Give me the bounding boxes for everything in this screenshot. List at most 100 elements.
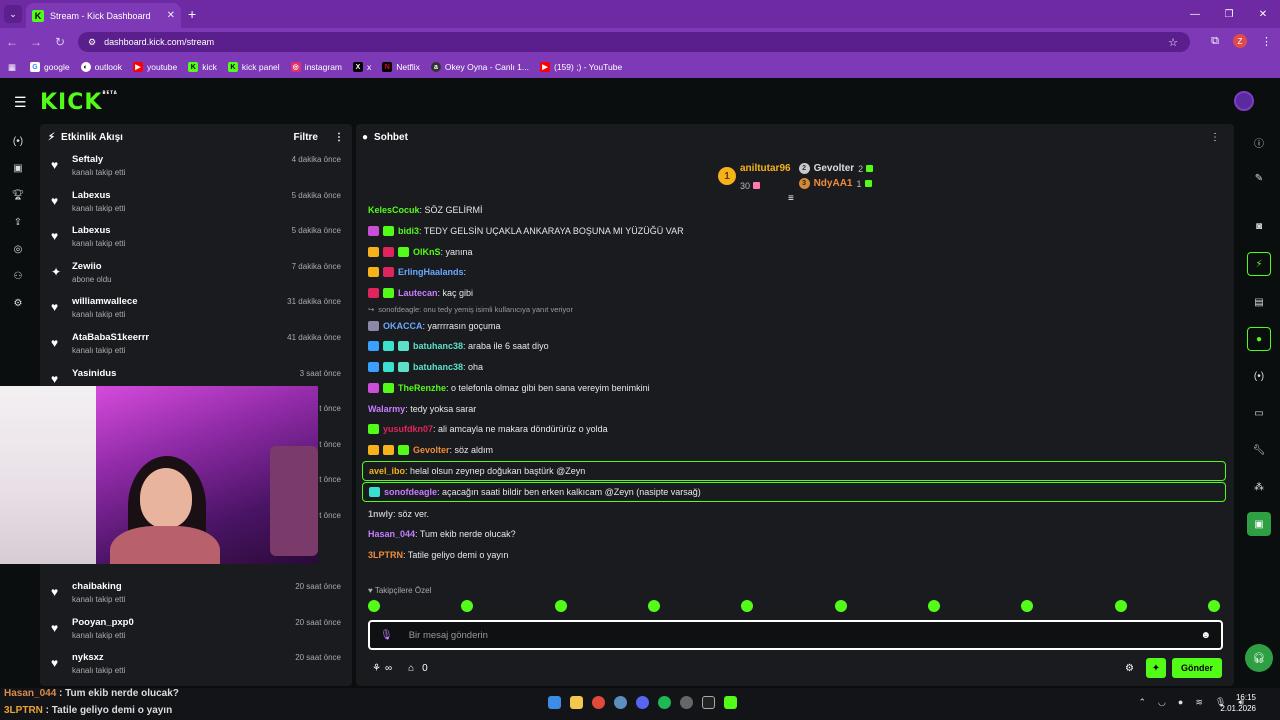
- capcut-icon[interactable]: [702, 696, 715, 709]
- activity-item[interactable]: ♥ williamwallece kanalı takip etti 31 dakik…: [40, 292, 352, 328]
- tab-search-button[interactable]: ⌄: [4, 5, 22, 23]
- share-nodes-icon[interactable]: ⁂: [1247, 475, 1271, 499]
- spotify-icon[interactable]: [658, 696, 671, 709]
- emote-icon[interactable]: [1114, 600, 1127, 612]
- users-icon[interactable]: ⚇: [0, 263, 36, 290]
- chat-username[interactable]: KelesCocuk: [368, 205, 420, 215]
- activity-item[interactable]: ♥ AtaBabaS1keerrr kanalı takip etti 41 daki…: [40, 328, 352, 364]
- chat-username[interactable]: Gevolter: [413, 445, 450, 455]
- chat-username[interactable]: 3LPTRN: [368, 550, 403, 560]
- chat-username[interactable]: batuhanc38: [413, 341, 463, 351]
- chat-message[interactable]: Walarmy: tedy yoksa sarar: [362, 398, 1226, 419]
- bookmark-google[interactable]: Ggoogle: [30, 62, 70, 72]
- taskbar-clock[interactable]: 16:15 2.01.2026: [1220, 692, 1256, 714]
- quick-actions-icon[interactable]: ⚡︎: [1247, 252, 1271, 276]
- activity-item[interactable]: ♥ Labexus kanalı takip etti 5 dakika önce: [40, 186, 352, 222]
- activity-item[interactable]: ♥ nyksxz kanalı takip etti 20 saat önce: [40, 648, 352, 684]
- target-icon[interactable]: ◎: [0, 236, 36, 263]
- activity-item[interactable]: ✦ Zewiio abone oldu 7 dakika önce: [40, 257, 352, 293]
- bookmark-instagram[interactable]: ◎ instagram: [290, 62, 342, 72]
- windows-start-icon[interactable]: [548, 696, 561, 709]
- bookmark-kick[interactable]: Kkick: [188, 62, 217, 72]
- reload-icon[interactable]: ↻: [48, 35, 72, 49]
- bookmark-outlook[interactable]: ◐ outlook: [80, 62, 122, 72]
- user-avatar[interactable]: [1234, 91, 1254, 111]
- profile-avatar[interactable]: Z: [1233, 34, 1247, 48]
- bookmark-okey[interactable]: a Okey Oyna - Canlı 1...: [430, 62, 529, 72]
- emote-icon[interactable]: [834, 600, 847, 612]
- activity-item[interactable]: ♥ chaibaking kanalı takip etti 20 saat önce: [40, 577, 352, 613]
- chat-message[interactable]: TheRenzhe: o telefonla olmaz gibi ben sa…: [362, 378, 1226, 399]
- settings-gear-icon[interactable]: ⚙: [0, 290, 36, 317]
- chat-message[interactable]: Lautecan: kaç gibi: [362, 283, 1226, 304]
- close-window-button[interactable]: ✕: [1246, 0, 1280, 28]
- chat-message[interactable]: avel_ibo: helal olsun zeynep doğukan baş…: [362, 461, 1226, 482]
- bookmark-x[interactable]: Xx: [353, 62, 371, 72]
- wifi-icon[interactable]: ≋: [1195, 697, 1203, 708]
- trophy-icon[interactable]: 🏆︎: [0, 182, 36, 209]
- forward-arrow-icon[interactable]: →: [24, 35, 48, 49]
- file-explorer-icon[interactable]: [570, 696, 583, 709]
- chat-toggle-icon[interactable]: ●: [1247, 327, 1271, 351]
- notes-icon[interactable]: ▤: [1247, 290, 1271, 314]
- chat-message[interactable]: Gevolter: söz aldım: [362, 440, 1226, 461]
- channel-points-icon[interactable]: ⚘: [372, 663, 381, 674]
- upload-icon[interactable]: ⇪: [0, 209, 36, 236]
- kick-emote-button[interactable]: ✦: [1145, 658, 1166, 678]
- emote-icon[interactable]: [461, 600, 474, 612]
- hamburger-menu-icon[interactable]: ☰: [14, 94, 27, 111]
- restore-button[interactable]: ❐: [1212, 0, 1246, 28]
- chat-message[interactable]: OKACCA: yarrrrasın goçuma: [362, 315, 1226, 336]
- browser-tab-active[interactable]: K Stream - Kick Dashboard ✕: [26, 3, 181, 28]
- chat-username[interactable]: batuhanc38: [413, 362, 463, 372]
- broadcast-icon[interactable]: (•): [0, 128, 36, 155]
- bookmark-netflix[interactable]: N Netflix: [382, 62, 420, 72]
- bookmark-youtube-video[interactable]: ▶ (159) ;) - YouTube: [539, 62, 622, 72]
- wrench-icon[interactable]: 🔧︎: [1247, 438, 1271, 462]
- back-arrow-icon[interactable]: ←: [0, 35, 24, 49]
- site-info-icon[interactable]: ⚙: [88, 37, 96, 48]
- chat-message[interactable]: KelesCocuk: SÖZ GELİRMİ: [362, 200, 1226, 221]
- chat-message[interactable]: ErlingHaalands:: [362, 262, 1226, 283]
- store-icon[interactable]: ⌂: [408, 663, 414, 674]
- chat-username[interactable]: OlKnS: [413, 247, 441, 257]
- record-icon[interactable]: ◙: [1247, 214, 1271, 238]
- kick-app-icon[interactable]: [724, 696, 737, 709]
- chat-username[interactable]: Walarmy: [368, 404, 405, 414]
- activity-item[interactable]: ♥ Pooyan_pxp0 kanalı takip etti 20 saat önc…: [40, 613, 352, 649]
- support-headset-icon[interactable]: 🎧︎: [1245, 644, 1273, 672]
- emote-icon[interactable]: [927, 600, 940, 612]
- url-field[interactable]: ⚙ dashboard.kick.com/stream ☆: [78, 32, 1190, 52]
- chat-username[interactable]: sonofdeagle: [384, 487, 437, 497]
- emote-icon[interactable]: [1021, 600, 1034, 612]
- chat-message[interactable]: OlKnS: yanına: [362, 241, 1226, 262]
- emote-icon[interactable]: [368, 600, 380, 612]
- microphone-icon[interactable]: 🎙︎: [380, 630, 393, 641]
- activity-menu-icon[interactable]: ⋮: [334, 132, 344, 143]
- emote-icon[interactable]: [741, 600, 754, 612]
- live-signal-icon[interactable]: (•): [1247, 364, 1271, 388]
- chat-menu-icon[interactable]: ⋮: [1210, 132, 1220, 143]
- leaderboard-first[interactable]: 1 aniltutar96 30 2 Gevolter 2 3 NdyAA1 1: [718, 158, 874, 194]
- chat-message[interactable]: sonofdeagle: açacağın saati bildir ben e…: [362, 482, 1226, 503]
- chat-username[interactable]: OKACCA: [383, 321, 423, 331]
- monitor-icon[interactable]: ▭: [1247, 401, 1271, 425]
- headset-icon[interactable]: ◡: [1158, 697, 1166, 708]
- chat-message[interactable]: yusufdkn07: ali amcayla ne makara döndür…: [362, 419, 1226, 440]
- activity-item[interactable]: ♥ Seftaly kanalı takip etti 4 dakika önce: [40, 150, 352, 186]
- chat-message[interactable]: batuhanc38: oha: [362, 357, 1226, 378]
- emote-icon[interactable]: [1207, 600, 1220, 612]
- chat-username[interactable]: yusufdkn07: [383, 424, 433, 434]
- emoji-icon[interactable]: ☻: [1200, 630, 1211, 641]
- image-icon[interactable]: ▣: [1247, 512, 1271, 536]
- chat-username[interactable]: Hasan_044: [368, 529, 415, 539]
- info-icon[interactable]: ⓘ: [1247, 130, 1271, 154]
- obs-icon[interactable]: [680, 696, 693, 709]
- bookmark-youtube[interactable]: ▶ youtube: [132, 62, 177, 72]
- chat-username[interactable]: TheRenzhe: [398, 383, 446, 393]
- chat-username[interactable]: avel_ibo: [369, 466, 405, 476]
- activity-item[interactable]: ♥ Labexus kanalı takip etti 5 dakika önce: [40, 221, 352, 257]
- chat-message[interactable]: Hasan_044: Tum ekib nerde olucak?: [362, 524, 1226, 545]
- kick-logo[interactable]: KICKBETA: [40, 90, 118, 115]
- discord-icon[interactable]: [636, 696, 649, 709]
